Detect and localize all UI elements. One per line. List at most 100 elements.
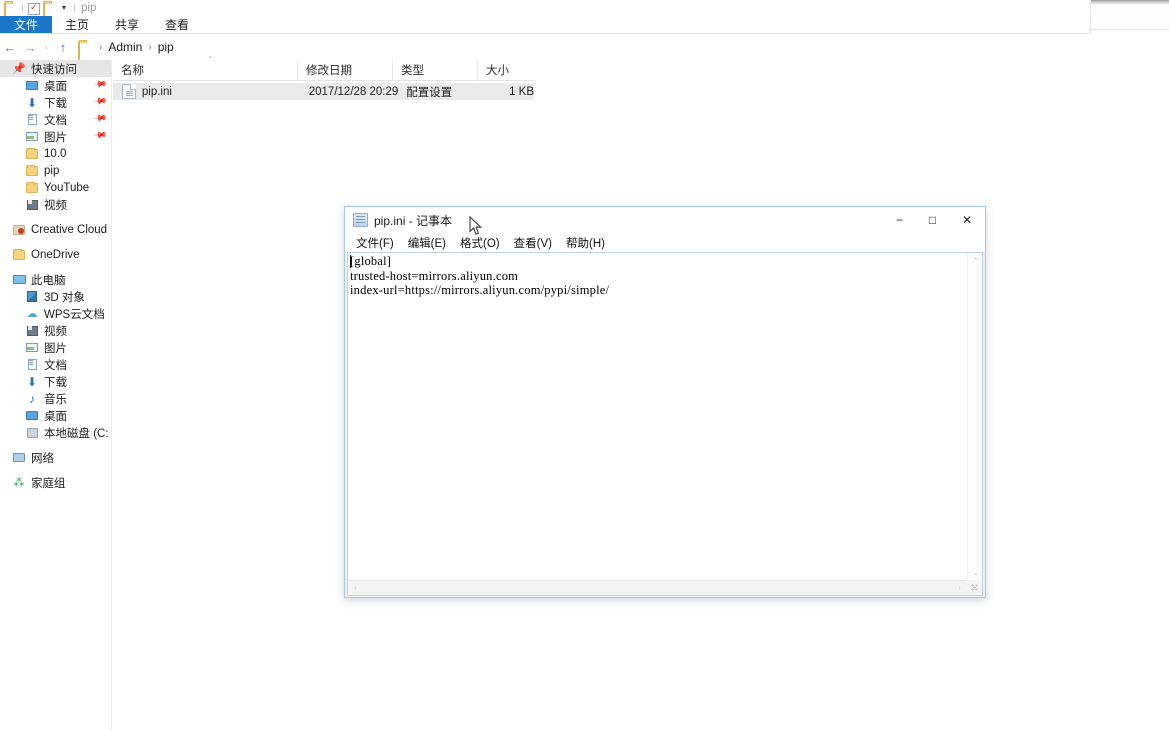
sidebar-item-label: 图片 <box>44 342 67 355</box>
sidebar-item-下载[interactable]: ⬇ 下载 <box>0 373 111 390</box>
close-button[interactable]: ✕ <box>949 207 985 233</box>
properties-icon[interactable] <box>28 1 40 15</box>
divider <box>1091 29 1169 30</box>
pin-icon[interactable]: 📌 <box>92 110 111 128</box>
nav-pane-spacer <box>0 466 111 474</box>
toolbar-divider <box>22 3 23 13</box>
scroll-left-icon[interactable]: ‹ <box>348 581 363 595</box>
forward-button[interactable]: → <box>20 36 40 58</box>
explorer-title-bar: ▾ pip <box>0 0 1169 21</box>
background-window-edge <box>1090 0 1169 34</box>
sidebar-item-桌面[interactable]: 桌面 📌 <box>0 76 111 94</box>
videos-icon <box>24 197 40 213</box>
cell-date-modified: 2017/12/28 20:29 <box>308 85 399 98</box>
sidebar-item-本地磁盘c[interactable]: 本地磁盘 (C:) <box>0 424 111 441</box>
this-pc-icon <box>11 272 27 288</box>
resize-grip[interactable] <box>967 580 982 595</box>
sidebar-item-文档[interactable]: 文档 📌 <box>0 110 111 128</box>
column-header-row: 名称 ⌃ 修改日期 类型 大小 <box>113 55 534 81</box>
menu-format[interactable]: 格式(O) <box>453 234 507 252</box>
folder-icon <box>24 163 40 179</box>
folder-icon[interactable] <box>4 1 17 21</box>
minimize-button[interactable]: − <box>883 207 916 233</box>
sidebar-item-youtube[interactable]: YouTube <box>0 179 111 196</box>
desktop-icon <box>24 408 40 424</box>
sidebar-item-此电脑[interactable]: 此电脑 <box>0 271 111 288</box>
desktop-icon <box>24 78 40 94</box>
sidebar-item-文档[interactable]: 文档 <box>0 356 111 373</box>
scroll-right-icon[interactable]: › <box>952 581 967 595</box>
maximize-button[interactable]: □ <box>916 207 949 233</box>
sidebar-item-图片[interactable]: 图片 <box>0 339 111 356</box>
sidebar-item-label: 下载 <box>44 97 67 110</box>
creative-cloud-icon <box>11 222 27 238</box>
sidebar-item-网络[interactable]: 网络 <box>0 449 111 466</box>
notepad-title-bar[interactable]: pip.ini - 记事本 − □ ✕ <box>345 207 985 233</box>
sidebar-item-label: OneDrive <box>31 248 80 261</box>
recent-locations-dropdown-icon[interactable]: ‹ <box>40 36 53 58</box>
sidebar-item-桌面[interactable]: 桌面 <box>0 407 111 424</box>
nav-pane-spacer <box>0 441 111 449</box>
column-header-size[interactable]: 大小 <box>478 60 534 81</box>
pin-icon[interactable]: 📌 <box>92 93 111 111</box>
sidebar-item-图片[interactable]: 图片 📌 <box>0 127 111 145</box>
menu-edit[interactable]: 编辑(E) <box>401 234 453 252</box>
folder-icon <box>24 180 40 196</box>
sidebar-item-3d对象[interactable]: 3D 对象 <box>0 288 111 305</box>
local-disk-icon <box>24 425 40 441</box>
sidebar-item-pip[interactable]: pip <box>0 162 111 179</box>
sidebar-item-onedrive[interactable]: OneDrive <box>0 246 111 263</box>
breadcrumb-separator-1[interactable]: › <box>95 42 106 53</box>
menu-file[interactable]: 文件(F) <box>349 234 401 252</box>
sidebar-item-label: 本地磁盘 (C:) <box>44 427 109 440</box>
navigation-pane[interactable]: 📌 快速访问 桌面 📌 ⬇ 下载 📌 文档 📌 图片 📌 10.0 pip YouTube 视频 Creati… <box>0 60 112 730</box>
customize-dropdown-icon[interactable]: ▾ <box>59 4 69 12</box>
notepad-window-title: pip.ini - 记事本 <box>374 213 453 228</box>
scroll-down-icon[interactable]: ⌄ <box>968 565 982 580</box>
breadcrumb-folder-icon <box>78 41 92 60</box>
sidebar-item-wps云文档[interactable]: ☁ WPS云文档 <box>0 305 111 322</box>
sidebar-item-快速访问[interactable]: 📌 快速访问 <box>0 60 111 77</box>
horizontal-scrollbar[interactable]: ‹ › <box>348 580 967 595</box>
ribbon-tab-share[interactable]: 共享 <box>102 16 152 33</box>
breadcrumb-separator-2[interactable]: › <box>144 42 155 53</box>
sidebar-item-label: 音乐 <box>44 393 67 406</box>
documents-icon <box>24 112 40 128</box>
sidebar-item-音乐[interactable]: ♪ 音乐 <box>0 390 111 407</box>
breadcrumb-pip[interactable]: pip <box>156 40 176 54</box>
sidebar-item-label: WPS云文档 <box>44 308 105 321</box>
ini-file-icon <box>122 84 136 99</box>
sidebar-item-家庭组[interactable]: ⁂ 家庭组 <box>0 474 111 491</box>
sidebar-item-视频[interactable]: 视频 <box>0 196 111 213</box>
pin-icon[interactable]: 📌 <box>92 76 111 94</box>
scroll-up-icon[interactable]: ⌃ <box>968 253 982 268</box>
ribbon-tab-home[interactable]: 主页 <box>52 16 102 33</box>
sidebar-item-label: 下载 <box>44 376 67 389</box>
column-header-name-label: 名称 <box>121 65 144 77</box>
sidebar-item-creativecloudfiles[interactable]: Creative Cloud Files <box>0 221 111 238</box>
column-header-name[interactable]: 名称 ⌃ <box>113 55 298 81</box>
sort-ascending-icon: ⌃ <box>207 54 214 64</box>
breadcrumb-admin[interactable]: Admin <box>106 40 144 54</box>
up-button[interactable]: ↑ <box>53 36 73 58</box>
nav-pane-spacer <box>0 238 111 246</box>
ribbon-tab-view[interactable]: 查看 <box>152 16 202 33</box>
menu-help[interactable]: 帮助(H) <box>559 234 612 252</box>
column-header-type[interactable]: 类型 <box>393 59 478 81</box>
sidebar-item-label: 图片 <box>44 131 67 144</box>
sidebar-item-视频[interactable]: 视频 <box>0 322 111 339</box>
menu-view[interactable]: 查看(V) <box>507 234 559 252</box>
table-row[interactable]: pip.ini 2017/12/28 20:29 配置设置 1 KB <box>113 83 534 100</box>
vertical-scrollbar[interactable]: ⌃ ⌄ <box>967 253 982 580</box>
new-folder-icon[interactable] <box>43 1 56 21</box>
address-bar[interactable]: › Admin › pip <box>73 36 1161 60</box>
sidebar-item-label: 10.0 <box>44 147 67 160</box>
sidebar-item-下载[interactable]: ⬇ 下载 📌 <box>0 93 111 111</box>
pin-icon[interactable]: 📌 <box>92 127 111 145</box>
back-button[interactable]: ← <box>0 36 20 58</box>
ribbon-tab-file[interactable]: 文件 <box>0 16 53 33</box>
notepad-text-area[interactable]: [global] trusted-host=mirrors.aliyun.com… <box>347 252 983 596</box>
sidebar-item-100[interactable]: 10.0 <box>0 145 111 162</box>
column-header-date-modified[interactable]: 修改日期 <box>298 59 393 81</box>
notepad-window[interactable]: pip.ini - 记事本 − □ ✕ 文件(F) 编辑(E) 格式(O) 查看… <box>344 206 986 598</box>
